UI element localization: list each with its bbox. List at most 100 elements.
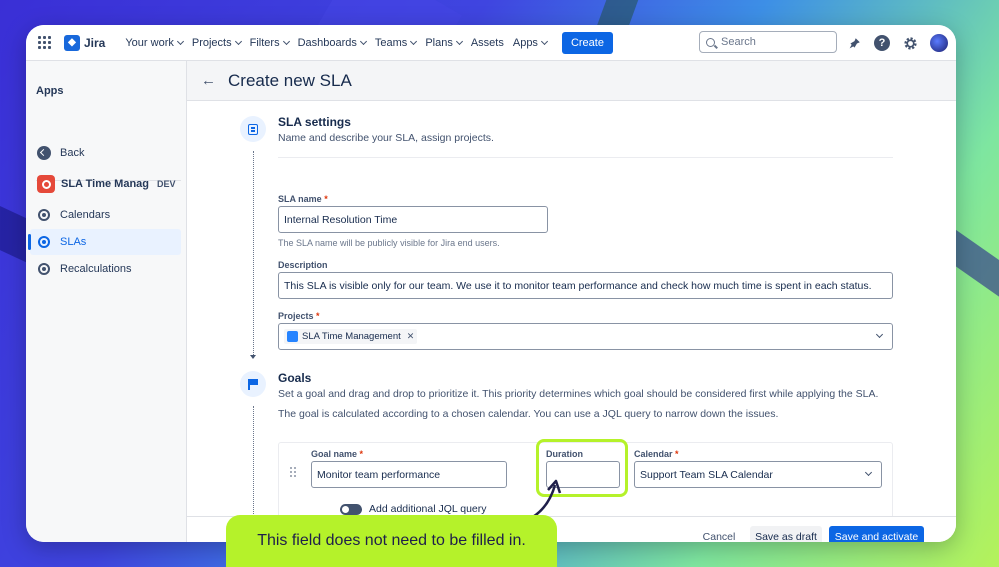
calendar-label: Calendar * [634,449,679,459]
project-tag-icon [287,331,298,342]
goals-desc: Set a goal and drag and drop to prioriti… [278,388,879,400]
step-connector [253,151,254,355]
calendars-icon [38,209,50,221]
step-connector [253,406,254,516]
sidebar-title: Apps [36,85,64,97]
label-text: Goal name [311,449,358,459]
page-title: Create new SLA [228,70,352,90]
app-window: ◆ Jira Your work Projects Filters Dashbo… [26,25,956,542]
projects-select[interactable]: SLA Time Management ✕ [278,323,893,350]
nav-label: Plans [425,36,453,49]
search-placeholder: Search [721,36,756,48]
save-draft-button[interactable]: Save as draft [750,526,822,542]
back-icon [37,146,51,160]
search-input[interactable]: Search [699,31,837,53]
nav-label: Your work [125,36,174,49]
sla-name-hint: The SLA name will be publicly visible fo… [278,238,500,248]
sla-name-input[interactable]: Internal Resolution Time [278,206,548,233]
dev-badge: DEV [157,179,176,189]
notification-icon[interactable] [846,35,862,51]
chevron-down-icon [359,37,367,45]
project-name: SLA Time Manag... [61,178,149,190]
cancel-button[interactable]: Cancel [696,527,742,542]
back-arrow-icon[interactable]: ← [201,72,216,89]
sidebar-item-label: Calendars [60,209,111,221]
label-text: SLA name [278,194,322,204]
sidebar-item-recalculations[interactable]: Recalculations [30,256,181,282]
page-header: ← Create new SLA [187,61,956,101]
duration-label: Duration [546,449,583,459]
calendar-select[interactable]: Support Team SLA Calendar [634,461,882,488]
document-icon [248,123,258,135]
nav-teams[interactable]: Teams [374,36,418,49]
required-marker: * [321,194,328,204]
sidebar-item-label: Recalculations [60,263,132,275]
chevron-down-icon [455,37,463,45]
nav-label: Teams [374,36,408,49]
create-button[interactable]: Create [561,31,613,54]
callout-text: This field does not need to be filled in… [257,532,526,549]
slas-icon [38,236,50,248]
nav-label: Apps [512,36,538,49]
sidebar-back[interactable]: Back [30,140,181,166]
sidebar: Apps Back SLA Time Manag... DEV Calendar… [26,61,187,542]
description-label: Description [278,260,328,270]
nav-label: Dashboards [297,36,357,49]
jql-toggle[interactable] [340,504,362,515]
nav-assets[interactable]: Assets [471,37,504,49]
sla-settings-title: SLA settings [278,115,351,129]
project-tag: SLA Time Management ✕ [284,329,418,344]
description-input[interactable]: This SLA is visible only for our team. W… [278,272,893,299]
projects-label: Projects * [278,311,320,321]
callout-note: This field does not need to be filled in… [226,515,557,567]
drag-handle-icon[interactable] [290,467,296,477]
goals-title: Goals [278,371,312,385]
nav-label: Projects [191,36,232,49]
search-icon [706,37,715,47]
goal-name-label: Goal name * [311,449,363,459]
sidebar-project[interactable]: SLA Time Manag... DEV [30,171,181,197]
flag-icon [248,378,258,390]
jira-logo-icon: ◆ [64,34,80,51]
jql-toggle-label: Add additional JQL query [369,503,487,515]
top-navigation: ◆ Jira Your work Projects Filters Dashbo… [26,25,956,61]
sidebar-item-slas[interactable]: SLAs [28,229,181,255]
chevron-down-icon [282,37,290,45]
sla-name-label: SLA name * [278,194,328,204]
sidebar-item-label: SLAs [60,236,87,248]
nav-apps[interactable]: Apps [512,36,548,49]
settings-icon[interactable] [902,35,918,51]
jira-logo[interactable]: ◆ Jira [64,34,106,51]
help-icon[interactable]: ? [874,35,890,51]
chevron-down-icon [176,37,184,45]
top-icons: ? [846,34,948,52]
nav-label: Filters [249,36,280,49]
goals-desc-calendar: The goal is calculated according to a ch… [278,408,779,420]
app-switcher-icon[interactable] [38,35,52,50]
remove-tag-icon[interactable]: ✕ [407,331,415,342]
sidebar-item-calendars[interactable]: Calendars [30,202,181,228]
nav-filters[interactable]: Filters [249,36,290,49]
required-marker: * [313,311,320,321]
nav-dashboards[interactable]: Dashboards [297,36,367,49]
project-icon [37,175,55,193]
label-text: Calendar [634,449,673,459]
chevron-down-icon [234,37,242,45]
sidebar-item-label: Back [60,147,85,159]
nav-plans[interactable]: Plans [425,36,463,49]
save-activate-button[interactable]: Save and activate [829,526,924,542]
section-divider [278,157,893,158]
logo-text: Jira [84,35,106,50]
connector-arrow-icon [250,355,256,359]
goals-step-icon [240,371,266,397]
nav-your-work[interactable]: Your work [125,36,184,49]
goal-name-input[interactable]: Monitor team performance [311,461,507,488]
nav-projects[interactable]: Projects [191,36,242,49]
profile-avatar[interactable] [930,34,948,52]
main-content: ← Create new SLA SLA settings Name and d… [187,61,956,542]
chevron-down-icon [540,37,548,45]
sla-settings-step-icon [240,116,266,142]
required-marker: * [357,449,364,459]
required-marker: * [672,449,679,459]
sla-settings-desc: Name and describe your SLA, assign proje… [278,132,494,144]
